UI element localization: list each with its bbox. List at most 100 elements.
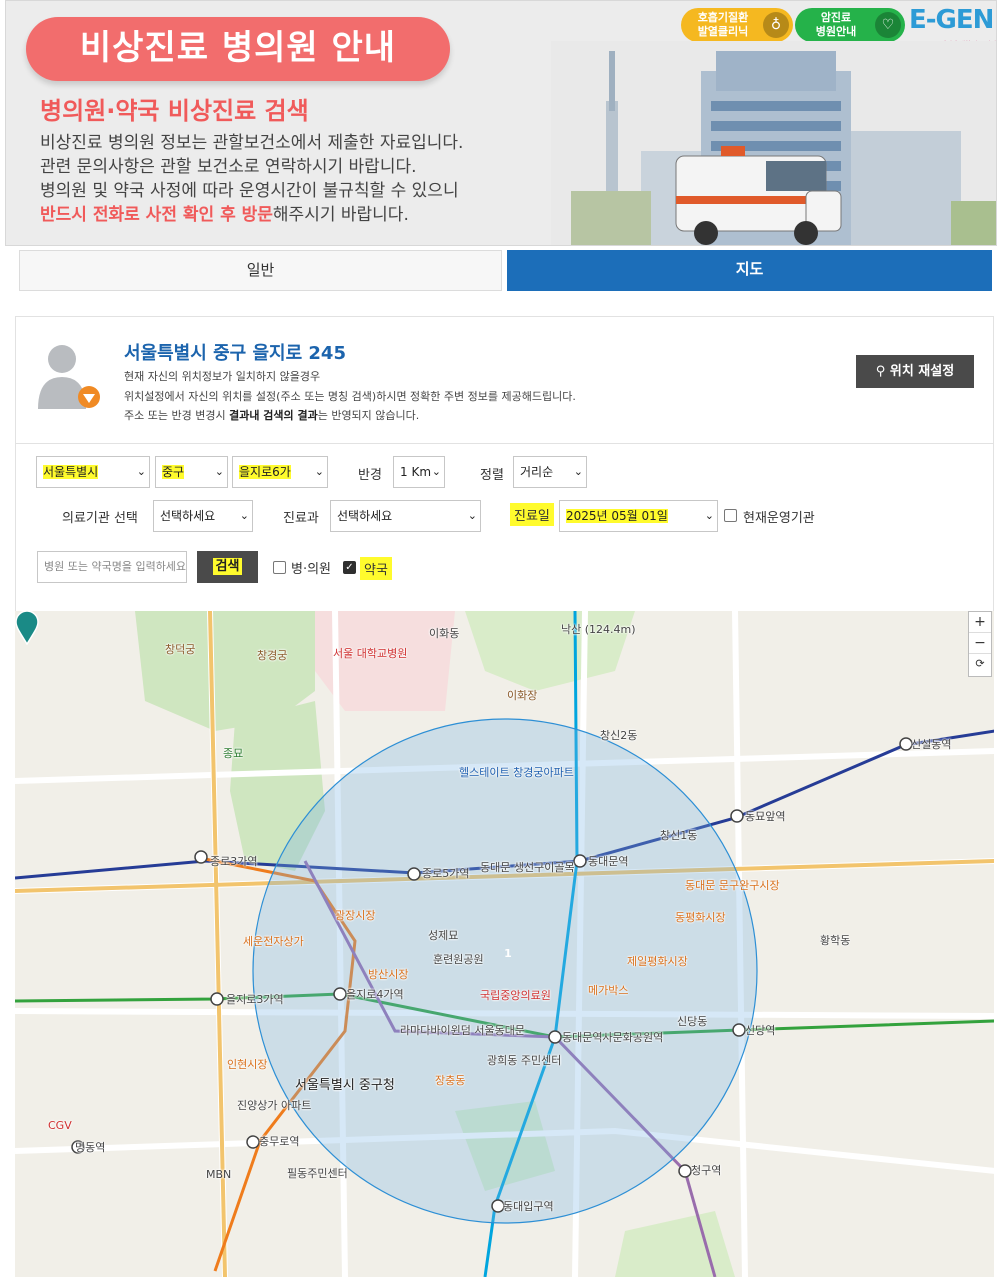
hospital-illustration	[551, 41, 996, 245]
radius-label: 반경	[358, 468, 382, 483]
hospital-label: 병·의원	[291, 562, 332, 577]
chevron-down-icon: ⌄	[573, 465, 583, 478]
reset-location-button[interactable]: ⚲ 위치 재설정	[856, 355, 974, 388]
map-view[interactable]: 종묘 창경궁 창덕궁 서울 대학교병원 낙산 (124.4m) 이화동 이화장 …	[15, 611, 994, 1277]
map-label: 광장시장	[335, 909, 376, 922]
zoom-out-button[interactable]: −	[969, 633, 991, 654]
fever-clinic-label-2: 발열클리닉	[697, 25, 749, 38]
cancer-hospital-label-1: 암진료	[820, 11, 852, 24]
banner-desc-line: 반드시 전화로 사전 확인 후 방문해주시기 바랍니다.	[40, 203, 463, 227]
search-panel: 서울특별시 중구 을지로 245 현재 자신의 위치정보가 일치하지 않을경우 …	[15, 316, 994, 613]
stethoscope-icon: ♡	[875, 12, 901, 38]
district-select-value: 중구	[162, 465, 185, 479]
banner: 비상진료 병의원 안내 병의원·약국 비상진료 검색 비상진료 병의원 정보는 …	[5, 0, 997, 246]
banner-warning-suffix: 해주시기 바랍니다.	[272, 205, 409, 225]
map-label: 훈련원공원	[433, 953, 484, 966]
search-radius-circle	[252, 718, 758, 1224]
institution-select-value: 선택하세요	[160, 509, 216, 523]
map-label: 창신1동	[660, 829, 698, 842]
chevron-down-icon: ⌄	[136, 465, 146, 478]
pharmacy-checkbox[interactable]: ✓	[343, 561, 356, 574]
map-label: 종로5가역	[422, 867, 470, 880]
banner-subtitle: 병의원·약국 비상진료 검색	[40, 97, 309, 125]
hospital-checkbox[interactable]	[273, 561, 286, 574]
map-label: CGV	[48, 1119, 72, 1132]
district-select[interactable]: 중구 ⌄	[155, 456, 228, 488]
banner-desc-line: 관련 문의사항은 관할 보건소로 연락하시기 바랍니다.	[40, 157, 417, 177]
map-label: 신당동	[677, 1015, 708, 1028]
chevron-down-icon: ⌄	[431, 465, 441, 478]
map-label: 동대문 생선구이골목	[480, 861, 575, 874]
map-label: 서울 대학교병원	[333, 647, 408, 660]
fever-clinic-button[interactable]: 호흡기질환 발열클리닉 ♁	[681, 8, 793, 42]
map-label: 동대입구역	[503, 1200, 554, 1213]
sort-label: 정렬	[480, 468, 504, 483]
map-label: 인현시장	[227, 1058, 268, 1071]
map-pin-icon: ⚲	[875, 364, 890, 379]
city-select[interactable]: 서울특별시 ⌄	[36, 456, 150, 488]
refresh-map-button[interactable]: ⟳	[969, 654, 991, 675]
department-select-value: 선택하세요	[337, 509, 393, 523]
tab-normal[interactable]: 일반	[19, 250, 502, 291]
note-bold: 결과내 검색의 결과	[229, 409, 318, 422]
location-notice-line: 주소 또는 반경 변경시 결과내 검색의 결과는 반영되지 않습니다.	[124, 406, 576, 426]
banner-warning: 반드시 전화로 사전 확인 후 방문	[40, 205, 273, 225]
sort-select-value: 거리순	[520, 465, 554, 479]
map-label: 방산시장	[368, 968, 409, 981]
institution-label: 의료기관 선택	[62, 511, 138, 526]
map-label: 동대문역사문화공원역	[562, 1031, 664, 1044]
location-notice-line: 위치설정에서 자신의 위치를 설정(주소 또는 명칭 검색)하시면 정확한 주변…	[124, 389, 576, 403]
map-label: 낙산 (124.4m)	[561, 623, 636, 636]
chevron-down-icon: ⌄	[704, 509, 714, 522]
pharmacy-result-marker[interactable]	[15, 611, 39, 645]
city-select-value: 서울특별시	[43, 465, 99, 479]
map-label: 을지로4가역	[346, 988, 404, 1001]
map-label: 라마다바이윈덤 서울동대문	[400, 1024, 525, 1037]
map-label: 종묘	[223, 747, 244, 760]
map-label: 동평화시장	[675, 911, 726, 924]
dong-select[interactable]: 을지로6가 ⌄	[232, 456, 328, 488]
cancer-hospital-label-2: 병원안내	[815, 25, 857, 38]
banner-desc-line: 비상진료 병의원 정보는 관할보건소에서 제출한 자료입니다.	[40, 133, 464, 153]
dong-select-value: 을지로6가	[239, 465, 291, 479]
reset-location-label: 위치 재설정	[889, 364, 955, 379]
map-label: 성제묘	[428, 929, 459, 942]
radius-select[interactable]: 1 Km ⌄	[393, 456, 445, 488]
search-input[interactable]: 병원 또는 약국명을 입력하세요	[37, 551, 187, 583]
map-label: 진양상가 아파트	[237, 1099, 312, 1112]
map-label: 신설동역	[911, 738, 952, 751]
map-label: 충무로역	[259, 1135, 300, 1148]
open-now-checkbox[interactable]	[724, 509, 737, 522]
chevron-down-icon: ⌄	[467, 509, 477, 522]
search-button[interactable]: 검색	[197, 551, 258, 583]
search-button-label: 검색	[212, 558, 243, 575]
map-label: 신당역	[745, 1024, 776, 1037]
map-label: 창신2동	[600, 729, 638, 742]
map-label: 동묘앞역	[745, 810, 786, 823]
location-notice-line: 현재 자신의 위치정보가 일치하지 않을경우	[124, 370, 321, 383]
user-location-icon	[38, 345, 100, 409]
map-label: 황학동	[820, 934, 851, 947]
date-select[interactable]: 2025년 05월 01일 ⌄	[559, 500, 718, 532]
pharmacy-label: 약국	[360, 557, 392, 580]
institution-select[interactable]: 선택하세요 ⌄	[153, 500, 253, 532]
map-label: 메가박스	[588, 984, 629, 997]
map-label: 광희동 주민센터	[487, 1054, 562, 1067]
banner-title: 비상진료 병의원 안내	[26, 17, 450, 81]
map-label: 필동주민센터	[287, 1167, 348, 1180]
map-label: 이화동	[429, 627, 460, 640]
park-area	[615, 1211, 735, 1277]
date-select-value: 2025년 05월 01일	[566, 509, 668, 523]
fever-clinic-label-1: 호흡기질환	[697, 11, 749, 24]
tab-map[interactable]: 지도	[507, 250, 992, 291]
chevron-down-icon: ⌄	[314, 465, 324, 478]
map-label: 세운전자상가	[243, 935, 304, 948]
banner-description: 비상진료 병의원 정보는 관할보건소에서 제출한 자료입니다. 관련 문의사항은…	[40, 131, 463, 227]
radius-select-value: 1 Km	[400, 465, 432, 479]
department-select[interactable]: 선택하세요 ⌄	[330, 500, 481, 532]
cancer-hospital-button[interactable]: 암진료 병원안내 ♡	[795, 8, 905, 42]
map-label: 청구역	[691, 1164, 722, 1177]
zoom-in-button[interactable]: +	[969, 612, 991, 633]
map-label: 창경궁	[257, 649, 288, 662]
sort-select[interactable]: 거리순 ⌄	[513, 456, 587, 488]
